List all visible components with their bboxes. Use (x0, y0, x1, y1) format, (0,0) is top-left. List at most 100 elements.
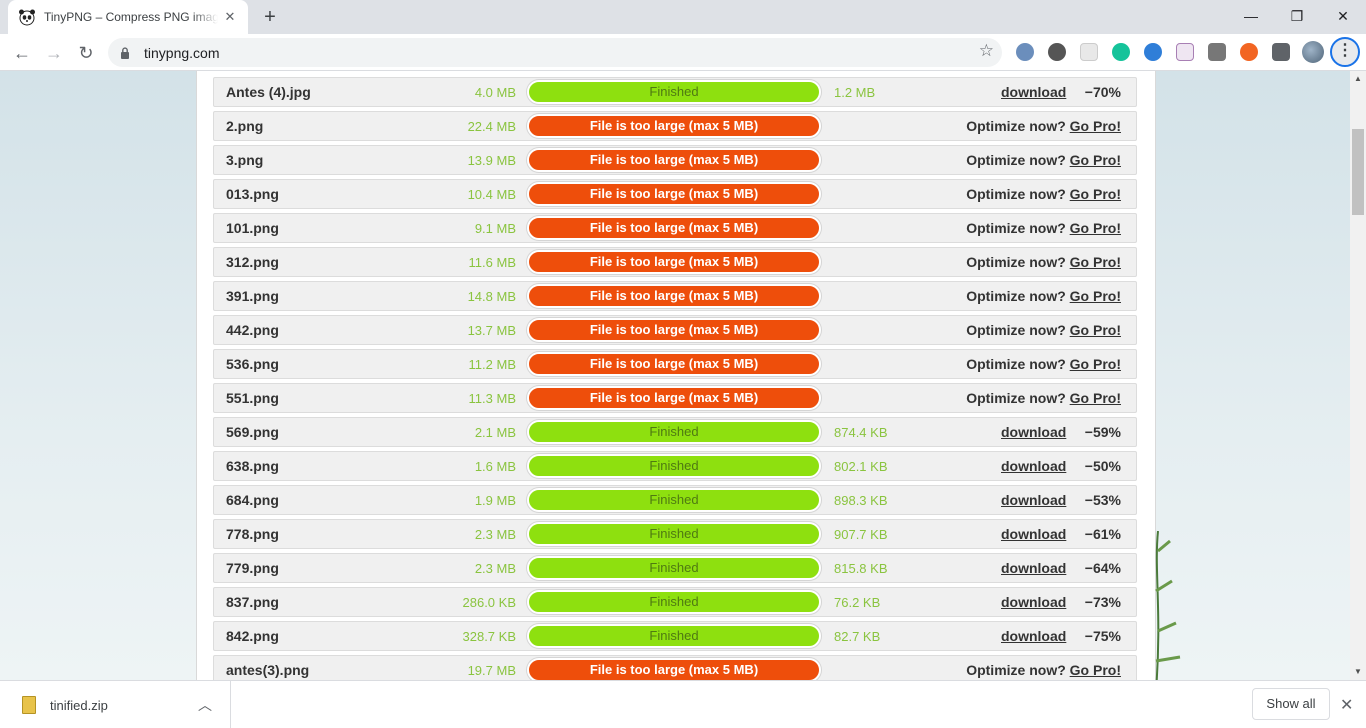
file-name: Antes (4).jpg (226, 84, 311, 100)
bookmark-star-icon[interactable]: ☆ (979, 41, 994, 61)
extension-blank-icon[interactable] (1080, 43, 1098, 61)
file-row: 2.png 22.4 MB File is too large (max 5 MB)… (213, 111, 1137, 141)
download-link[interactable]: download (1001, 458, 1066, 474)
download-item[interactable]: tinified.zip ︿ (0, 681, 231, 728)
go-pro-link[interactable]: Go Pro! (1070, 254, 1121, 270)
back-arrow-icon[interactable]: ← (8, 39, 36, 67)
tab-title: TinyPNG – Compress PNG images (44, 10, 218, 24)
optimize-now-text: Optimize now? (966, 220, 1066, 236)
window-close-button[interactable]: ✕ (1320, 4, 1366, 28)
saving-percent: −75% (1084, 628, 1121, 644)
go-pro-link[interactable]: Go Pro! (1070, 288, 1121, 304)
file-name: 779.png (226, 560, 279, 576)
file-name: 684.png (226, 492, 279, 508)
extension-tools-icon[interactable] (1208, 43, 1226, 61)
restore-button[interactable]: ❐ (1274, 4, 1320, 28)
original-size: 11.3 MB (468, 391, 516, 406)
go-pro-prompt: Optimize now? Go Pro! (966, 220, 1121, 236)
original-size: 13.7 MB (467, 323, 516, 338)
file-name: 2.png (226, 118, 264, 134)
original-size: 14.8 MB (467, 289, 516, 304)
file-name: 312.png (226, 254, 279, 270)
file-name: 551.png (226, 390, 279, 406)
file-name: 778.png (226, 526, 279, 542)
forward-arrow-icon[interactable]: → (40, 39, 68, 67)
browser-menu-icon[interactable]: ⋮ (1330, 37, 1360, 67)
download-link[interactable]: download (1001, 84, 1066, 100)
go-pro-link[interactable]: Go Pro! (1070, 390, 1121, 406)
file-row: antes(3).png 19.7 MB File is too large (ma… (213, 655, 1137, 680)
tab-close-icon[interactable]: ✕ (222, 9, 238, 25)
optimize-now-text: Optimize now? (966, 356, 1066, 372)
show-all-button[interactable]: Show all (1252, 688, 1330, 720)
go-pro-link[interactable]: Go Pro! (1070, 186, 1121, 202)
extension-compass-icon[interactable] (1016, 43, 1034, 61)
file-name: 442.png (226, 322, 279, 338)
finished-progress-bar: Finished (527, 80, 821, 104)
compressed-size: 874.4 KB (834, 425, 888, 440)
download-bar-close-icon[interactable]: ✕ (1340, 695, 1353, 715)
address-bar[interactable]: tinypng.com ☆ (108, 38, 1002, 67)
saving-percent: −50% (1084, 458, 1121, 474)
download-link[interactable]: download (1001, 492, 1066, 508)
url-text: tinypng.com (144, 44, 220, 61)
finished-progress-bar: Finished (527, 522, 821, 546)
optimize-now-text: Optimize now? (966, 322, 1066, 338)
go-pro-link[interactable]: Go Pro! (1070, 322, 1121, 338)
go-pro-prompt: Optimize now? Go Pro! (966, 390, 1121, 406)
original-size: 11.2 MB (468, 357, 516, 372)
finished-progress-bar: Finished (527, 624, 821, 648)
file-row: Antes (4).jpg 4.0 MB Finished 1.2 MB downloa… (213, 77, 1137, 107)
download-link[interactable]: download (1001, 594, 1066, 610)
download-link[interactable]: download (1001, 628, 1066, 644)
scrollbar-thumb[interactable] (1352, 129, 1364, 215)
new-tab-button[interactable]: + (258, 5, 282, 29)
original-size: 2.3 MB (474, 527, 516, 542)
go-pro-prompt: Optimize now? Go Pro! (966, 356, 1121, 372)
file-name: 638.png (226, 458, 279, 474)
file-row: 013.png 10.4 MB File is too large (max 5 M… (213, 179, 1137, 209)
extension-php-icon[interactable] (1176, 43, 1194, 61)
file-name: 569.png (226, 424, 279, 440)
finished-progress-bar: Finished (527, 454, 821, 478)
download-link[interactable]: download (1001, 424, 1066, 440)
saving-percent: −70% (1084, 84, 1121, 100)
original-size: 1.9 MB (474, 493, 516, 508)
file-row: 391.png 14.8 MB File is too large (max 5 M… (213, 281, 1137, 311)
file-name: 536.png (226, 356, 279, 372)
error-status-bar: File is too large (max 5 MB) (527, 148, 821, 172)
page-scrollbar[interactable]: ▲ ▼ (1350, 71, 1366, 680)
browser-tab[interactable]: TinyPNG – Compress PNG images ✕ (8, 0, 248, 34)
download-link[interactable]: download (1001, 560, 1066, 576)
optimize-now-text: Optimize now? (966, 152, 1066, 168)
go-pro-link[interactable]: Go Pro! (1070, 118, 1121, 134)
minimize-button[interactable]: — (1228, 4, 1274, 28)
chevron-up-icon[interactable]: ︿ (198, 695, 212, 715)
extension-gear-icon[interactable] (1048, 43, 1066, 61)
profile-avatar[interactable] (1302, 41, 1324, 63)
extension-orange-icon[interactable] (1240, 43, 1258, 61)
error-status-bar: File is too large (max 5 MB) (527, 386, 821, 410)
download-file-name: tinified.zip (50, 697, 108, 713)
go-pro-link[interactable]: Go Pro! (1070, 152, 1121, 168)
extension-grammarly-icon[interactable] (1112, 43, 1130, 61)
error-status-bar: File is too large (max 5 MB) (527, 182, 821, 206)
optimize-now-text: Optimize now? (966, 288, 1066, 304)
finished-progress-bar: Finished (527, 488, 821, 512)
scroll-down-arrow-icon[interactable]: ▼ (1350, 664, 1366, 680)
plant-decoration-icon (1155, 531, 1181, 680)
go-pro-link[interactable]: Go Pro! (1070, 220, 1121, 236)
reload-icon[interactable]: ↻ (72, 39, 100, 67)
extensions-puzzle-icon[interactable] (1272, 43, 1290, 61)
extension-globe-icon[interactable] (1144, 43, 1162, 61)
lock-icon (121, 46, 129, 59)
download-link[interactable]: download (1001, 526, 1066, 542)
go-pro-link[interactable]: Go Pro! (1070, 662, 1121, 678)
scroll-up-arrow-icon[interactable]: ▲ (1350, 71, 1366, 87)
file-name: antes(3).png (226, 662, 310, 678)
original-size: 4.0 MB (474, 85, 516, 100)
saving-percent: −64% (1084, 560, 1121, 576)
compressed-size: 82.7 KB (834, 629, 881, 644)
file-row: 638.png 1.6 MB Finished 802.1 KB download −50… (213, 451, 1137, 481)
go-pro-link[interactable]: Go Pro! (1070, 356, 1121, 372)
